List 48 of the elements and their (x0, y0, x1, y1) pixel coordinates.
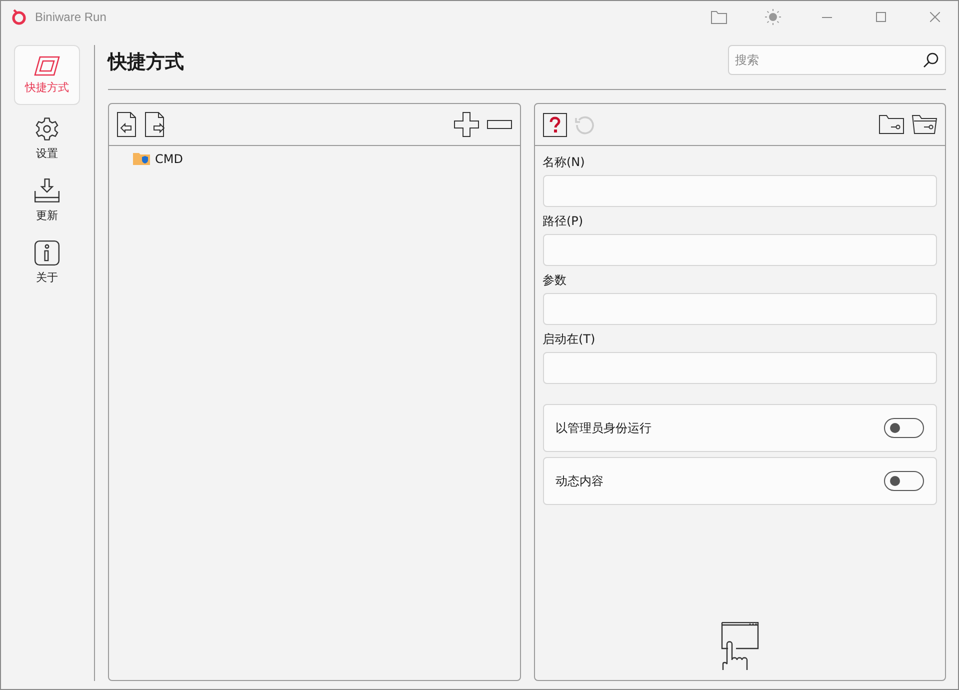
nav-item[interactable]: 设置 (14, 107, 80, 169)
nav-item[interactable]: 更新 (14, 169, 80, 231)
window-title: Biniware Run (35, 10, 108, 24)
toggle-label: 动态内容 (556, 472, 604, 490)
window-tap-drawing (720, 622, 760, 672)
help-button[interactable] (542, 112, 566, 136)
browse-folder-button[interactable] (912, 115, 937, 134)
download-icon (34, 178, 60, 204)
nav-item[interactable]: 快捷方式 (14, 45, 80, 105)
folder-key-icon (879, 115, 904, 134)
maximize-icon (876, 12, 886, 22)
search-field[interactable]: 搜索 (728, 45, 946, 75)
plus-icon (454, 112, 478, 137)
folder-icon (711, 10, 727, 24)
toggle-switch[interactable] (884, 418, 924, 438)
input-field[interactable] (542, 352, 937, 384)
page-title: 快捷方式 (108, 50, 184, 75)
info-icon (34, 240, 60, 266)
export-button[interactable] (145, 112, 165, 137)
parallelogram-icon (34, 56, 60, 76)
document-arrow-left-icon (117, 112, 137, 137)
remove-button[interactable] (486, 120, 512, 129)
gear-icon (34, 116, 60, 142)
toggle-label: 以管理员身份运行 (556, 420, 652, 436)
tree-item[interactable]: CMD (155, 152, 183, 166)
document-arrow-right-icon (145, 112, 165, 137)
field-label: 路径(P) (542, 213, 584, 230)
nav-item[interactable]: 关于 (14, 231, 80, 293)
app-logo-icon (11, 9, 27, 25)
field-label: 名称(N) (542, 154, 586, 171)
input-field[interactable] (542, 234, 937, 266)
import-button[interactable] (117, 112, 137, 137)
field-label: 参数 (542, 272, 568, 289)
close-icon (930, 12, 940, 22)
search-icon (923, 52, 939, 68)
refresh-icon (574, 114, 594, 134)
field-label: 启动在(T) (542, 331, 596, 348)
input-field[interactable] (542, 293, 937, 325)
question-mark-icon (542, 112, 566, 136)
input-field[interactable] (542, 175, 937, 207)
minimize-icon (822, 16, 832, 18)
sun-icon (765, 9, 781, 25)
toggle-switch[interactable] (884, 471, 924, 491)
browse-file-button[interactable] (879, 115, 904, 134)
add-button[interactable] (454, 112, 478, 137)
open-folder-key-icon (912, 115, 937, 134)
folder-shield-icon (133, 153, 150, 165)
minus-icon (486, 120, 512, 129)
